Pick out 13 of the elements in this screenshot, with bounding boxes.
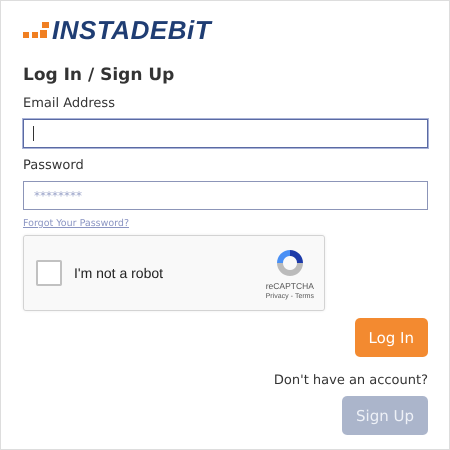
- logo-mark-icon: [23, 22, 49, 38]
- login-button[interactable]: Log In: [354, 318, 428, 357]
- logo-text: INSTADEBiT: [52, 15, 212, 45]
- field-label: Password: [23, 157, 85, 175]
- field-label: Email Address: [23, 95, 116, 113]
- recaptcha-brand: reCAPTCHA: [266, 280, 314, 290]
- captcha-label: I'm not a robot: [74, 265, 164, 281]
- signup-prompt: Don't have an account?: [274, 373, 428, 388]
- forgot-password-link[interactable]: Forgot Your Password?: [23, 218, 129, 229]
- email-field[interactable]: [23, 119, 428, 148]
- page-heading: Log In / Sign Up: [23, 64, 176, 86]
- password-field[interactable]: ********: [23, 181, 428, 210]
- captcha-checkbox[interactable]: [36, 260, 62, 286]
